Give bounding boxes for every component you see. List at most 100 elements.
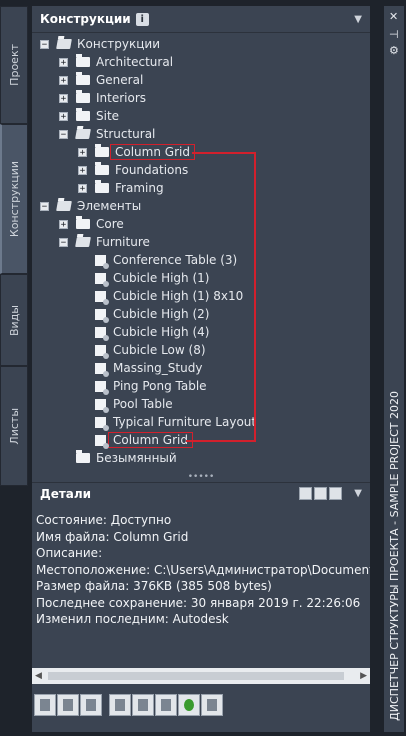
- expand-toggle[interactable]: +: [59, 111, 68, 121]
- filter-icon[interactable]: [132, 694, 154, 716]
- tab-project-label: Проект: [7, 44, 21, 86]
- expand-toggle[interactable]: +: [78, 183, 87, 193]
- tree-node[interactable]: Cubicle Low (8): [95, 341, 206, 359]
- chevron-down-icon[interactable]: ▼: [354, 488, 362, 499]
- tab-views[interactable]: Виды: [0, 274, 28, 366]
- tree-node[interactable]: + Framing: [78, 179, 164, 197]
- element-icon: [95, 326, 109, 341]
- tree-node[interactable]: + Site: [59, 107, 119, 125]
- tree-node-label: Architectural: [96, 55, 174, 69]
- new-category-icon[interactable]: [57, 694, 79, 716]
- tree-node-label: Cubicle High (1): [113, 271, 210, 285]
- details-title: Детали: [40, 486, 92, 501]
- details-header: Детали ▼: [32, 482, 370, 504]
- info-icon[interactable]: i: [135, 12, 149, 26]
- detail-last-saved: Последнее сохранение: 30 января 2019 г. …: [36, 595, 361, 610]
- new-construct-icon[interactable]: [34, 694, 56, 716]
- tree-node-selected[interactable]: Column Grid: [95, 431, 193, 449]
- tree-node[interactable]: + Architectural: [59, 53, 173, 71]
- chevron-down-icon[interactable]: ▼: [354, 14, 362, 25]
- tree-node[interactable]: Massing_Study: [95, 359, 202, 377]
- pin-icon[interactable]: ⊣: [389, 28, 399, 41]
- expand-toggle[interactable]: +: [78, 165, 87, 175]
- highlight-connector: [192, 152, 256, 154]
- tree-node[interactable]: Typical Furniture Layout: [95, 413, 256, 431]
- element-icon: [95, 362, 109, 377]
- scroll-right-icon[interactable]: ▶: [360, 671, 367, 681]
- collapse-toggle[interactable]: −: [59, 129, 68, 139]
- tree-node-selected[interactable]: + Column Grid: [78, 143, 195, 161]
- xref-icon[interactable]: [155, 694, 177, 716]
- tab-sheets[interactable]: Листы: [0, 366, 28, 486]
- folder-icon: [95, 144, 109, 157]
- tree-node[interactable]: Conference Table (3): [95, 251, 237, 269]
- settings-icon[interactable]: ⚙: [389, 44, 399, 57]
- collapse-toggle[interactable]: −: [59, 237, 68, 247]
- tree-node-label: Core: [96, 217, 124, 231]
- tree-node[interactable]: Безымянный: [76, 449, 177, 467]
- element-icon: [95, 272, 109, 287]
- collapse-toggle[interactable]: −: [40, 201, 49, 211]
- tab-constructs-label: Конструкции: [8, 160, 21, 238]
- tree-node-label: Конструкции: [77, 37, 161, 51]
- tree-node-label: Conference Table (3): [113, 253, 238, 267]
- element-icon: [95, 254, 109, 269]
- scroll-left-icon[interactable]: ◀: [35, 671, 42, 681]
- tree-node[interactable]: − Structural: [59, 125, 155, 143]
- close-icon[interactable]: ✕: [389, 10, 398, 23]
- new-element-icon[interactable]: [80, 694, 102, 716]
- expand-toggle[interactable]: +: [78, 147, 87, 157]
- repath-icon[interactable]: [201, 694, 223, 716]
- tree-node[interactable]: + Interiors: [59, 89, 146, 107]
- tree-node[interactable]: − Конструкции: [40, 35, 160, 53]
- expand-toggle[interactable]: +: [59, 75, 68, 85]
- folder-icon: [76, 216, 90, 229]
- tree-node-label: General: [96, 73, 144, 87]
- preview-icon[interactable]: [299, 487, 312, 500]
- tree-node[interactable]: Pool Table: [95, 395, 173, 413]
- folder-open-icon: [75, 237, 91, 247]
- folder-icon: [95, 162, 109, 175]
- expand-toggle[interactable]: +: [59, 93, 68, 103]
- tree-node[interactable]: Cubicle High (4): [95, 323, 209, 341]
- tree-node[interactable]: Ping Pong Table: [95, 377, 207, 395]
- expand-toggle[interactable]: +: [59, 57, 68, 67]
- tree-node[interactable]: Cubicle High (1) 8x10: [95, 287, 243, 305]
- element-icon: [95, 434, 109, 449]
- tab-constructs[interactable]: Конструкции: [0, 124, 28, 274]
- properties-icon[interactable]: [109, 694, 131, 716]
- expand-toggle[interactable]: +: [59, 219, 68, 229]
- panel-splitter[interactable]: •••••: [32, 473, 370, 482]
- collapse-toggle[interactable]: −: [40, 39, 49, 49]
- tree-node[interactable]: + Core: [59, 215, 124, 233]
- horizontal-scrollbar[interactable]: ◀ ▶: [32, 668, 370, 684]
- element-icon: [95, 398, 109, 413]
- tree-node[interactable]: Cubicle High (1): [95, 269, 209, 287]
- folder-icon: [76, 108, 90, 121]
- tree-node-label: Structural: [96, 127, 156, 141]
- palette-title-text: ДИСПЕТЧЕР СТРУКТУРЫ ПРОЕКТА - SAMPLE PRO…: [387, 391, 401, 721]
- tree-node[interactable]: Cubicle High (2): [95, 305, 209, 323]
- tree-node[interactable]: − Furniture: [59, 233, 150, 251]
- tree-node[interactable]: + General: [59, 71, 143, 89]
- search-icon[interactable]: [329, 487, 342, 500]
- tree-node-label: Cubicle High (1) 8x10: [113, 289, 244, 303]
- panel-title: Конструкции: [40, 12, 131, 26]
- details-view-icon[interactable]: [314, 487, 327, 500]
- refresh-icon[interactable]: [178, 694, 200, 716]
- scroll-thumb[interactable]: [48, 672, 344, 680]
- tree-node-label: Foundations: [115, 163, 189, 177]
- tab-views-label: Виды: [7, 304, 21, 336]
- detail-modified-by: Изменил последним: Autodesk: [36, 612, 229, 626]
- tree-node-label: Ping Pong Table: [113, 379, 207, 393]
- folder-icon: [76, 450, 90, 463]
- project-navigator-panel: Конструкции i ▼ − Конструкции + Architectu…: [32, 6, 370, 732]
- left-tab-strip: Проект Конструкции Виды Листы: [0, 6, 28, 486]
- element-icon: [95, 344, 109, 359]
- tab-project[interactable]: Проект: [0, 6, 28, 124]
- folder-icon: [76, 72, 90, 85]
- tree-node[interactable]: + Foundations: [78, 161, 188, 179]
- tree-node-label-highlighted: Column Grid: [110, 144, 195, 160]
- tree-node[interactable]: − Элементы: [40, 197, 141, 215]
- tree-node-label: Massing_Study: [113, 361, 203, 375]
